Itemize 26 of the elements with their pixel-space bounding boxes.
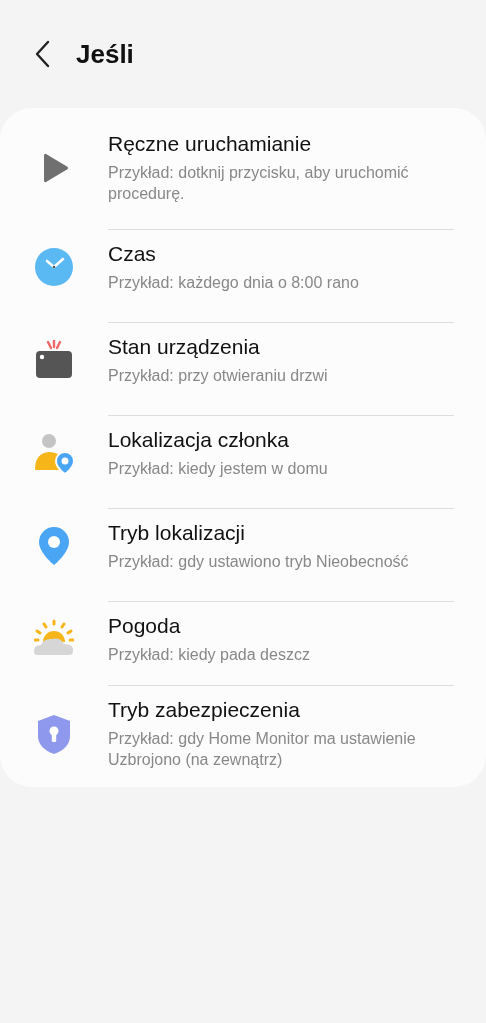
person-location-icon	[34, 432, 74, 473]
condition-example: Przykład: dotknij przycisku, aby uruchomić procedurę.	[108, 163, 410, 204]
page-title: Jeśli	[76, 38, 134, 70]
condition-item[interactable]: Lokalizacja członka Przykład: kiedy jestem w domu	[0, 406, 486, 499]
condition-title: Tryb zabezpieczenia	[108, 698, 301, 722]
condition-example: Przykład: kiedy jestem w domu	[108, 458, 329, 479]
condition-title: Stan urządzenia	[108, 334, 261, 359]
condition-example: Przykład: przy otwieraniu drzwi	[108, 365, 329, 386]
condition-example: Przykład: gdy Home Monitor ma ustawienie Uzbrojono (na zewnątrz)	[108, 729, 417, 770]
condition-title: Pogoda	[108, 613, 182, 638]
condition-item[interactable]: Czas Przykład: każdego dnia o 8:00 rano	[0, 220, 486, 313]
condition-item[interactable]: Stan urządzenia Przykład: przy otwieraniu drzwi	[0, 313, 486, 406]
condition-item[interactable]: Tryb zabezpieczenia Przykład: gdy Home Monitor ma ustawienie Uzbrojono (na zewnątrz)	[0, 685, 486, 782]
condition-item[interactable]: Pogoda Przykład: kiedy pada deszcz	[0, 592, 486, 685]
condition-example: Przykład: gdy ustawiono tryb Nieobecność	[108, 551, 410, 572]
condition-example: Przykład: kiedy pada deszcz	[108, 644, 311, 665]
condition-title: Tryb lokalizacji	[108, 520, 246, 545]
device-icon	[34, 339, 74, 380]
condition-title: Lokalizacja członka	[108, 427, 290, 452]
condition-item[interactable]: Ręczne uruchamianie Przykład: dotknij przycisku, aby uruchomić procedurę.	[0, 116, 486, 220]
condition-title: Ręczne uruchamianie	[108, 132, 313, 156]
clock-icon	[34, 246, 74, 287]
condition-example: Przykład: każdego dnia o 8:00 rano	[108, 272, 360, 293]
condition-item[interactable]: Tryb lokalizacji Przykład: gdy ustawiono tryb Nieobecność	[0, 499, 486, 592]
back-icon	[34, 40, 50, 68]
condition-title: Czas	[108, 241, 157, 266]
